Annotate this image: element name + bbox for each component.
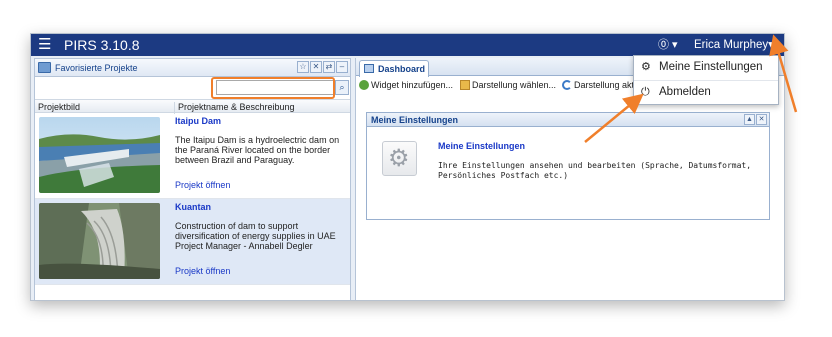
arrow-to-user-menu bbox=[769, 34, 798, 113]
arrow-to-logout bbox=[584, 93, 644, 143]
annotation-arrows bbox=[584, 34, 798, 143]
